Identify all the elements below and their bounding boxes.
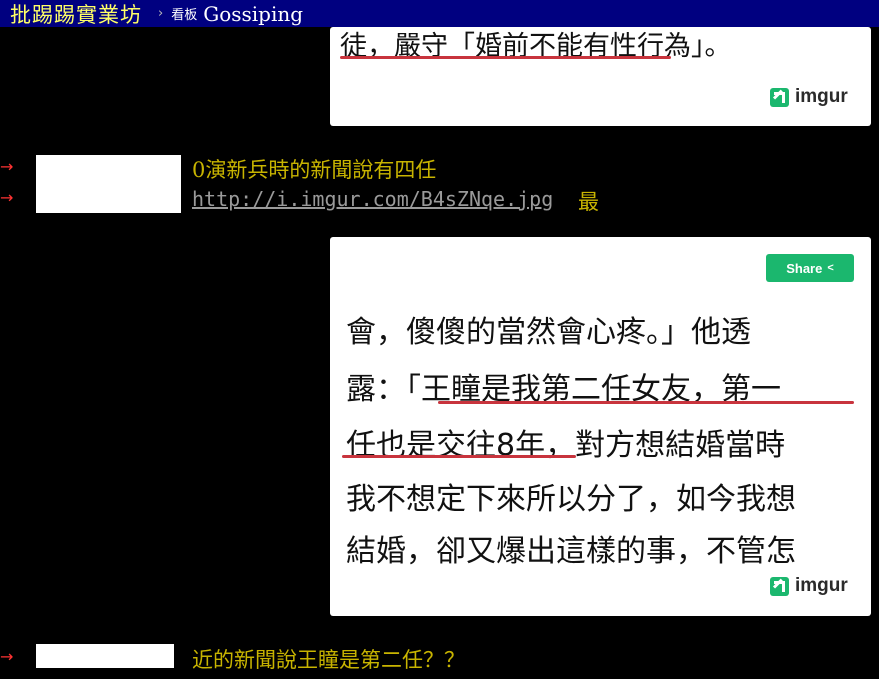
push-comment-text: 0演新兵時的新聞說有四任 (192, 158, 437, 182)
site-name-link[interactable]: 批踢踢實業坊 (0, 0, 142, 29)
imgur-logo-icon (770, 87, 789, 107)
share-button[interactable]: Share < (766, 254, 854, 282)
breadcrumb-separator-icon: › (158, 6, 164, 21)
board-label: 看板 (171, 8, 198, 23)
redacted-user-id (36, 644, 174, 668)
red-underline (438, 401, 854, 404)
red-underline (340, 56, 671, 59)
imgur-watermark: imgur (770, 86, 848, 108)
share-button-label: Share (786, 260, 823, 276)
imgur-link[interactable]: http://i.imgur.com/B4sZNqe.jpg (192, 187, 553, 211)
embedded-image-1[interactable]: 徒，嚴守「婚前不能有性行為」。 imgur (330, 27, 871, 126)
embedded-image-2[interactable]: Share < 會，傻傻的當然會心疼。」他透 露：「王瞳是我第二任女友，第一 任… (330, 237, 871, 616)
image-text-line: 會，傻傻的當然會心疼。」他透 (346, 315, 751, 350)
push-arrow-icon: → (0, 647, 14, 666)
push-comment-text: 最 (578, 190, 599, 214)
share-icon: < (827, 262, 834, 274)
imgur-watermark-text: imgur (795, 86, 848, 107)
board-name-link[interactable]: Gossiping (203, 2, 303, 26)
push-arrow-icon: → (0, 188, 14, 207)
top-nav-bar: 批踢踢實業坊 › 看板 Gossiping (0, 0, 879, 27)
push-arrow-icon: → (0, 157, 14, 176)
imgur-logo-icon (770, 576, 789, 596)
redacted-user-id (36, 155, 181, 213)
red-underline (342, 455, 576, 458)
image-text-line: 結婚，卻又爆出這樣的事，不管怎 (346, 534, 796, 569)
imgur-watermark-text: imgur (795, 575, 848, 596)
imgur-watermark: imgur (770, 575, 848, 597)
image-text-line: 我不想定下來所以分了，如今我想 (346, 482, 796, 517)
push-comment-text: 近的新聞說王瞳是第二任？？ (192, 648, 465, 672)
